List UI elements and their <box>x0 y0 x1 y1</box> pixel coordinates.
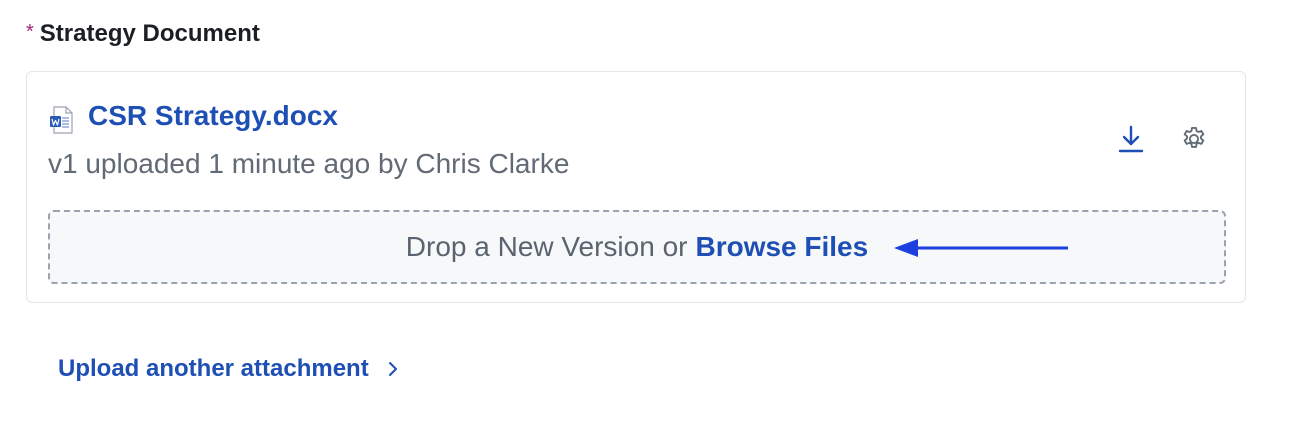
gear-icon <box>1180 125 1208 158</box>
dropzone-text: Drop a New Version or <box>405 231 688 262</box>
required-marker: * <box>26 21 34 43</box>
upload-another-label: Upload another attachment <box>58 355 369 382</box>
field-label-text: Strategy Document <box>39 20 260 47</box>
download-icon <box>1117 124 1145 159</box>
field-label: * Strategy Document <box>26 20 260 48</box>
browse-files-link[interactable]: Browse Files <box>695 231 868 263</box>
download-button[interactable] <box>1114 124 1148 158</box>
settings-button[interactable] <box>1177 124 1211 158</box>
attachment-card: CSR Strategy.docx v1 uploaded 1 minute a… <box>26 71 1246 303</box>
file-name-link[interactable]: CSR Strategy.docx <box>88 100 338 132</box>
file-version-meta: v1 uploaded 1 minute ago by Chris Clarke <box>48 148 570 179</box>
annotation-arrow-icon <box>894 239 1068 257</box>
chevron-right-icon <box>387 361 399 377</box>
upload-another-attachment-link[interactable]: Upload another attachment <box>58 355 399 383</box>
word-document-icon <box>49 106 75 134</box>
